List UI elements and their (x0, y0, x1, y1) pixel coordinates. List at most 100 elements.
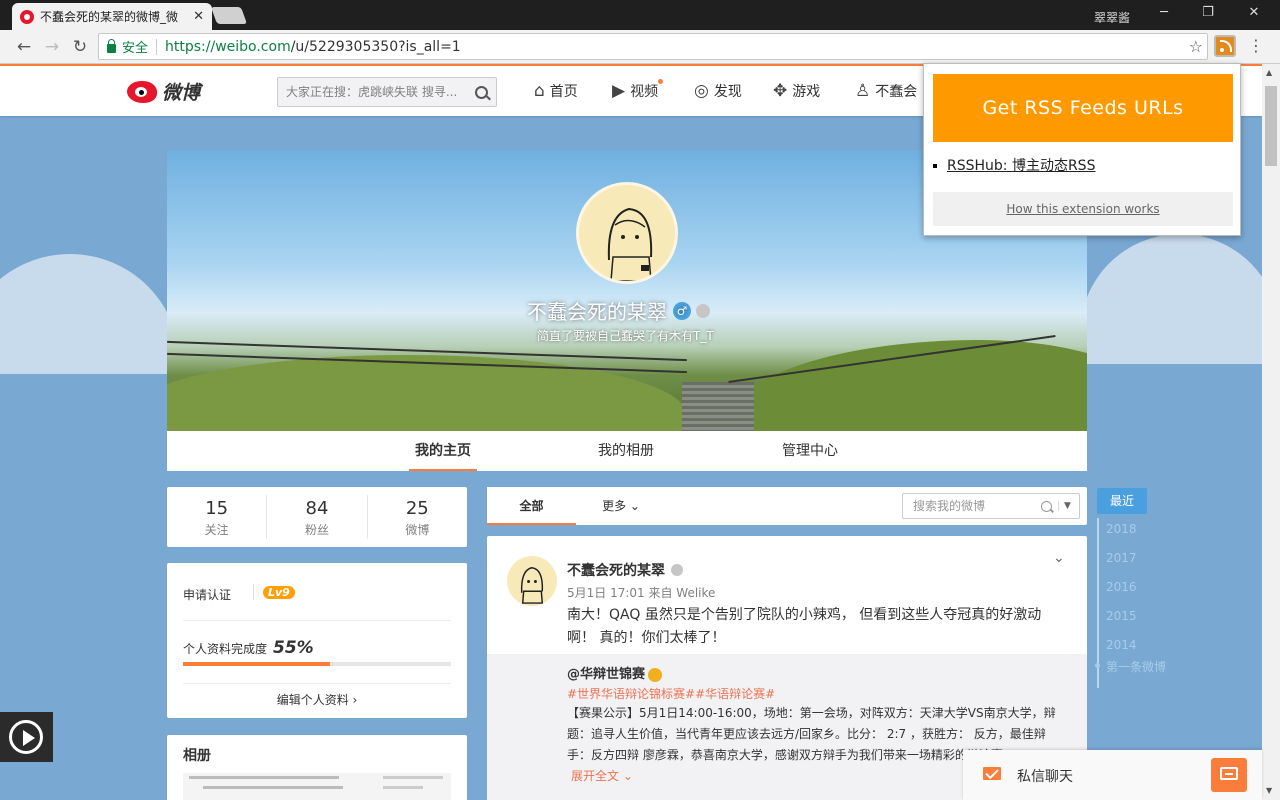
expand-full-text-link[interactable]: 展开全文 ⌄ (571, 767, 633, 784)
profile-tabs: 我的主页 我的相册 管理中心 (167, 431, 1087, 471)
url-host: https://weibo.com (165, 38, 291, 55)
thumbnail-line (383, 776, 443, 779)
restore-icon[interactable]: ❐ (1196, 3, 1220, 23)
new-tab-button[interactable] (210, 7, 248, 24)
repost-hashtags[interactable]: #世界华语辩论锦标赛##华语辩论赛# (567, 685, 775, 702)
secure-label: 安全 (122, 41, 149, 56)
mail-icon (983, 767, 1001, 780)
followers-count[interactable]: 84 粉丝 (267, 495, 368, 539)
minimize-icon[interactable]: ─ (1152, 3, 1176, 23)
level-badge[interactable]: Lv9 (263, 586, 295, 599)
scrollbar-thumb[interactable] (1265, 86, 1277, 166)
rss-extension-icon[interactable] (1214, 35, 1236, 57)
popup-footer: How this extension works (933, 192, 1233, 226)
private-chat-bar[interactable]: 私信聊天 (963, 750, 1262, 800)
open-chat-button[interactable] (1211, 758, 1247, 792)
rss-feed-list: RSSHub: 博主动态RSS (933, 155, 1095, 175)
following-label: 关注 (204, 523, 229, 537)
thumbnail-line (189, 776, 339, 779)
rsshub-feed-link[interactable]: RSSHub: 博主动态RSS (947, 158, 1095, 174)
edit-profile-link[interactable]: 编辑个人资料 › (167, 691, 467, 708)
apply-verification-link[interactable]: 申请认证 (183, 586, 231, 603)
medal-icon[interactable] (696, 303, 710, 318)
play-icon (23, 730, 35, 746)
home-icon: ⌂ (534, 81, 545, 101)
weibo-logo[interactable]: 微博 (127, 78, 200, 105)
feed-search-input[interactable] (913, 499, 1033, 513)
timeline-first-post[interactable]: 第一条微博 (1094, 658, 1166, 675)
private-chat-label: 私信聊天 (1017, 769, 1073, 785)
tab-all[interactable]: 全部 (487, 487, 576, 525)
feed-search-box: ▼ (902, 493, 1080, 519)
post-author-name[interactable]: 不蠢会死的某翠 (567, 560, 665, 580)
dropdown-arrow-icon[interactable]: ▼ (1058, 501, 1076, 511)
address-bar[interactable]: 安全 https://weibo.com/u/5229305350?is_all… (98, 33, 1208, 60)
profile-avatar[interactable] (576, 182, 678, 284)
reload-icon[interactable]: ↻ (69, 36, 91, 58)
tab-management[interactable]: 管理中心 (779, 431, 841, 471)
tab-more[interactable]: 更多 ⌄ (587, 487, 655, 525)
browser-tab[interactable]: 不蠢会死的某翠的微博_微 ✕ (12, 3, 212, 30)
posts-label: 微博 (405, 523, 430, 537)
profile-completeness-percent: 55% (273, 638, 314, 658)
timeline-year[interactable]: 2014 (1106, 638, 1137, 652)
url-divider (156, 38, 158, 55)
window-close-icon[interactable]: ✕ (1242, 3, 1266, 23)
video-player-widget[interactable] (0, 712, 53, 762)
browser-profile-name[interactable]: 翠翠酱 (1094, 9, 1130, 26)
timeline-year[interactable]: 2018 (1106, 522, 1137, 536)
timeline-year[interactable]: 2016 (1106, 580, 1137, 594)
posts-count[interactable]: 25 微博 (368, 495, 467, 539)
forward-arrow-icon[interactable]: → (41, 36, 63, 58)
scroll-up-arrow-icon[interactable]: ▲ (1266, 68, 1272, 77)
tab-my-home[interactable]: 我的主页 (409, 431, 477, 471)
notification-dot (658, 79, 664, 84)
search-icon[interactable] (1041, 500, 1052, 512)
avatar-drawing (520, 567, 544, 604)
timeline-year[interactable]: 2017 (1106, 551, 1137, 565)
nav-profile[interactable]: ♙ 不蠢会 (855, 81, 917, 101)
nav-games-label: 游戏 (792, 84, 821, 100)
nav-home[interactable]: ⌂ 首页 (534, 81, 578, 101)
cover-hill (167, 355, 687, 431)
browser-menu-icon[interactable]: ⋮ (1248, 36, 1264, 55)
rss-extension-popup: Get RSS Feeds URLs RSSHub: 博主动态RSS How t… (923, 63, 1241, 236)
profile-completeness-label: 个人资料完成度 (183, 642, 268, 656)
video-play-icon: ▶ (612, 81, 626, 101)
repost-author-name: @华辩世锦赛 (567, 667, 646, 682)
timeline-recent[interactable]: 最近 (1097, 488, 1147, 514)
timeline-year[interactable]: 2015 (1106, 609, 1137, 623)
cover-hill (727, 340, 1087, 431)
back-arrow-icon[interactable]: ← (13, 36, 35, 58)
page-scrollbar[interactable]: ▲ ▼ (1262, 64, 1280, 800)
compass-icon: ◎ (694, 81, 709, 101)
tab-title: 不蠢会死的某翠的微博_微 (40, 10, 179, 24)
medal-icon[interactable] (671, 564, 683, 576)
following-count[interactable]: 15 关注 (167, 495, 268, 539)
tab-my-album[interactable]: 我的相册 (595, 431, 657, 471)
repost-author[interactable]: @华辩世锦赛 (567, 663, 663, 682)
lock-icon (107, 39, 116, 53)
popup-header: Get RSS Feeds URLs (933, 74, 1233, 142)
nav-games[interactable]: ✥ 游戏 (773, 81, 820, 101)
profile-completeness: 个人资料完成度 55% (183, 638, 314, 658)
chat-bubble-icon (1220, 767, 1238, 780)
nav-video[interactable]: ▶ 视频 (612, 79, 664, 101)
scroll-down-arrow-icon[interactable]: ▼ (1266, 786, 1272, 795)
post-meta[interactable]: 5月1日 17:01 来自 Welike (567, 584, 715, 601)
chevron-down-icon[interactable]: ⌄ (1053, 550, 1065, 566)
album-title[interactable]: 相册 (183, 745, 211, 765)
url-text[interactable]: https://weibo.com/u/5229305350?is_all=1 (165, 39, 461, 55)
gamepad-icon: ✥ (773, 81, 788, 101)
list-bullet (933, 164, 937, 168)
post-author-avatar[interactable] (507, 556, 557, 606)
how-extension-works-link[interactable]: How this extension works (1006, 202, 1159, 216)
album-thumbnail[interactable] (183, 773, 451, 800)
year-timeline: 最近 2018 2017 2016 2015 2014 第一条微博 (1094, 488, 1167, 688)
nav-discover[interactable]: ◎ 发现 (694, 81, 742, 101)
divider (183, 620, 451, 621)
bookmark-star-icon[interactable]: ☆ (1189, 37, 1203, 56)
weibo-search-input[interactable] (286, 85, 475, 99)
tab-close-icon[interactable]: ✕ (193, 9, 204, 24)
search-icon[interactable] (475, 85, 488, 99)
